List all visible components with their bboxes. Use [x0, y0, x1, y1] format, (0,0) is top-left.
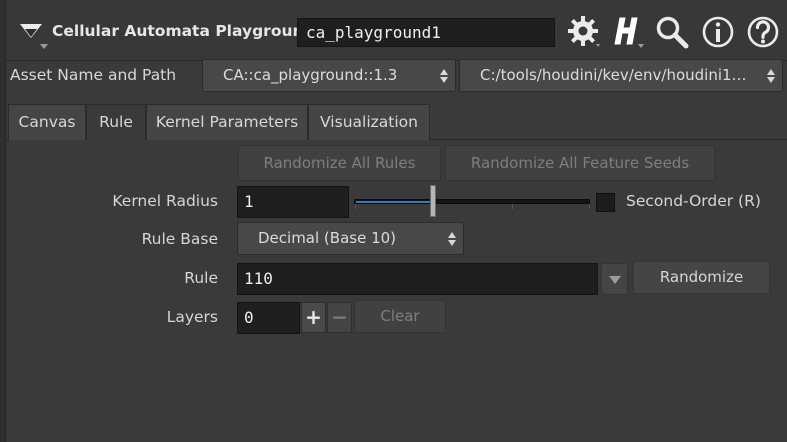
tab-visualization[interactable]: Visualization — [308, 104, 430, 140]
layers-increment-button[interactable]: + — [301, 302, 326, 333]
clear-layers-button[interactable]: Clear — [354, 300, 446, 333]
collapse-triangle-icon[interactable] — [20, 24, 42, 38]
rule-menu-button[interactable] — [601, 263, 628, 295]
kernel-radius-slider-fill — [356, 201, 432, 203]
asset-name-path-label: Asset Name and Path — [10, 66, 177, 84]
layers-label: Layers — [166, 308, 218, 326]
randomize-all-rules-button[interactable]: Randomize All Rules — [238, 145, 441, 181]
chevron-down-icon — [609, 276, 621, 284]
kernel-radius-slider-handle[interactable] — [430, 185, 436, 217]
slider-tick — [355, 204, 356, 209]
rule-base-label: Rule Base — [141, 230, 218, 248]
tab-rule[interactable]: Rule — [86, 104, 146, 141]
asset-path-value: C:/tools/houdini/kev/env/houdini1… — [480, 66, 747, 84]
kernel-radius-label: Kernel Radius — [112, 192, 218, 210]
rule-base-value: Decimal (Base 10) — [258, 229, 397, 247]
randomize-all-feature-seeds-button[interactable]: Randomize All Feature Seeds — [445, 145, 715, 181]
node-type-title: Cellular Automata Playground — [52, 22, 315, 40]
info-icon[interactable] — [700, 14, 736, 50]
node-name-input[interactable]: ca_playground1 — [297, 18, 555, 47]
kernel-radius-input[interactable]: 1 — [237, 186, 349, 218]
slider-tick — [512, 204, 513, 209]
chevron-down-icon[interactable] — [40, 44, 48, 49]
rule-base-combo[interactable]: Decimal (Base 10) — [237, 222, 464, 255]
second-order-checkbox[interactable] — [596, 193, 615, 212]
kernel-radius-slider-track[interactable] — [354, 199, 590, 204]
updown-arrows-icon — [767, 68, 775, 83]
updown-arrows-icon — [440, 68, 448, 83]
updown-arrows-icon — [448, 231, 456, 246]
search-icon[interactable] — [654, 14, 690, 50]
gear-icon[interactable] — [566, 14, 602, 50]
node-header: Cellular Automata Playground ca_playgrou… — [6, 0, 787, 61]
randomize-rule-button[interactable]: Randomize — [633, 261, 770, 294]
houdini-h-icon[interactable] — [610, 14, 646, 50]
layers-decrement-button[interactable]: − — [327, 302, 352, 333]
asset-name-combo[interactable]: CA::ca_playground::1.3 — [202, 59, 456, 92]
layers-input[interactable]: 0 — [237, 302, 300, 334]
help-icon[interactable] — [745, 14, 781, 50]
slider-tick — [589, 204, 590, 209]
rule-label: Rule — [184, 269, 218, 287]
tab-kernel-parameters[interactable]: Kernel Parameters — [146, 104, 308, 140]
left-edge-strip — [0, 0, 6, 442]
asset-path-combo[interactable]: C:/tools/houdini/kev/env/houdini1… — [459, 59, 783, 92]
second-order-label: Second-Order (R) — [626, 192, 761, 210]
asset-name-value: CA::ca_playground::1.3 — [223, 66, 398, 84]
rule-input[interactable]: 110 — [237, 263, 598, 295]
tab-canvas[interactable]: Canvas — [8, 104, 86, 140]
